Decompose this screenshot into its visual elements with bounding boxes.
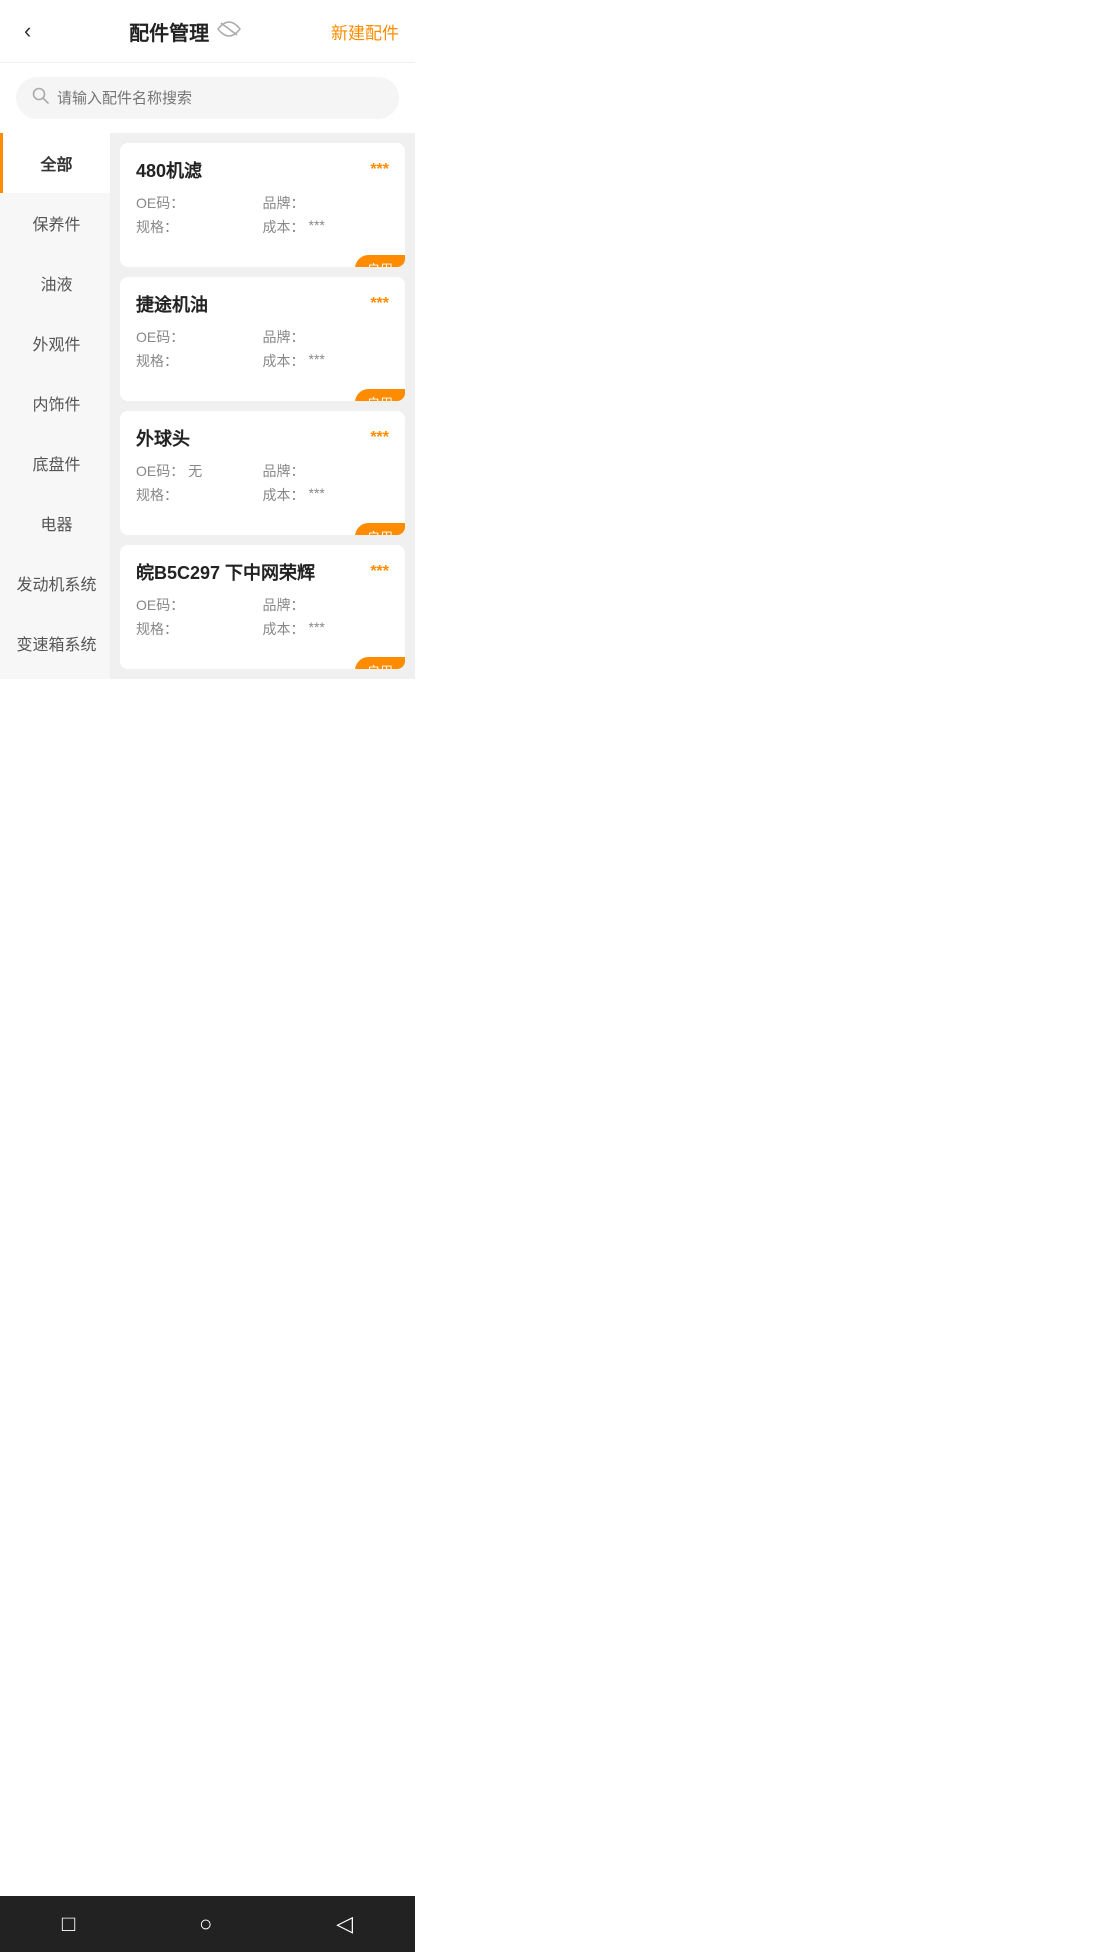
part-card[interactable]: 皖B5C297 下中网荣辉 *** OE码： 品牌： 规格： 成本： *** 启… [120,545,405,669]
spec: 规格： [136,485,263,505]
oe-code: OE码： 无 [136,461,263,481]
brand: 品牌： [263,461,390,481]
spec: 规格： [136,351,263,371]
status-badge[interactable]: 启用 [355,523,405,535]
nav-square-icon[interactable]: □ [38,1903,99,1945]
part-card[interactable]: 捷途机油 *** OE码： 品牌： 规格： 成本： *** 启用 [120,277,405,401]
part-card[interactable]: 480机滤 *** OE码： 品牌： 规格： 成本： *** 启用 [120,143,405,267]
cost: 成本： *** [263,485,390,505]
sidebar-item-engine[interactable]: 发动机系统 [0,553,110,613]
part-info-grid: OE码： 无 品牌： 规格： 成本： *** [136,461,389,505]
brand: 品牌： [263,595,390,615]
cost: 成本： *** [263,351,390,371]
body-wrap: 全部保养件油液外观件内饰件底盘件电器发动机系统变速箱系统空调系统轮胎轮毂精日精进… [0,133,415,679]
nav-back-icon[interactable]: ◁ [312,1903,377,1945]
oe-code: OE码： [136,595,263,615]
sidebar-item-exterior[interactable]: 外观件 [0,313,110,373]
part-card-footer: 启用 [136,649,389,669]
sidebar-item-all[interactable]: 全部 [0,133,110,193]
part-name: 480机滤 [136,157,202,183]
sidebar-item-oil[interactable]: 油液 [0,253,110,313]
header: ‹ 配件管理 新建配件 [0,0,415,63]
part-info-grid: OE码： 品牌： 规格： 成本： *** [136,595,389,639]
brand: 品牌： [263,193,390,213]
brand: 品牌： [263,327,390,347]
part-card-footer: 启用 [136,381,389,401]
sidebar-item-maintenance[interactable]: 保养件 [0,193,110,253]
header-title-wrap: 配件管理 [129,17,241,46]
search-input[interactable] [57,90,383,107]
spec: 规格： [136,619,263,639]
nav-circle-icon[interactable]: ○ [175,1903,236,1945]
oe-code: OE码： [136,193,263,213]
sidebar-item-chassis[interactable]: 底盘件 [0,433,110,493]
search-bar [16,77,399,119]
sidebar-item-interior[interactable]: 内饰件 [0,373,110,433]
part-price: *** [370,295,389,313]
sidebar: 全部保养件油液外观件内饰件底盘件电器发动机系统变速箱系统空调系统轮胎轮毂精日精进 [0,133,110,679]
sidebar-item-electrical[interactable]: 电器 [0,493,110,553]
part-name: 皖B5C297 下中网荣辉 [136,559,315,585]
part-card-header: 皖B5C297 下中网荣辉 *** [136,559,389,585]
part-price: *** [370,563,389,581]
part-info-grid: OE码： 品牌： 规格： 成本： *** [136,327,389,371]
part-price: *** [370,161,389,179]
part-card-footer: 启用 [136,247,389,267]
eye-icon[interactable] [217,21,241,42]
page-title: 配件管理 [129,17,209,46]
bottom-nav: □ ○ ◁ [0,1896,415,1952]
spec: 规格： [136,217,263,237]
part-info-grid: OE码： 品牌： 规格： 成本： *** [136,193,389,237]
part-name: 外球头 [136,425,190,451]
part-card-header: 外球头 *** [136,425,389,451]
oe-code: OE码： [136,327,263,347]
content-list: 480机滤 *** OE码： 品牌： 规格： 成本： *** 启用 [110,133,415,679]
search-icon [32,87,49,109]
back-button[interactable]: ‹ [16,14,39,48]
part-card[interactable]: 外球头 *** OE码： 无 品牌： 规格： 成本： *** 启用 [120,411,405,535]
status-badge[interactable]: 启用 [355,657,405,669]
sidebar-item-aircon[interactable]: 空调系统 [0,673,110,679]
cost: 成本： *** [263,217,390,237]
cost: 成本： *** [263,619,390,639]
part-card-header: 480机滤 *** [136,157,389,183]
status-badge[interactable]: 启用 [355,255,405,267]
sidebar-item-transmission[interactable]: 变速箱系统 [0,613,110,673]
part-name: 捷途机油 [136,291,208,317]
part-card-footer: 启用 [136,515,389,535]
part-card-header: 捷途机油 *** [136,291,389,317]
new-part-button[interactable]: 新建配件 [331,19,399,44]
status-badge[interactable]: 启用 [355,389,405,401]
part-price: *** [370,429,389,447]
